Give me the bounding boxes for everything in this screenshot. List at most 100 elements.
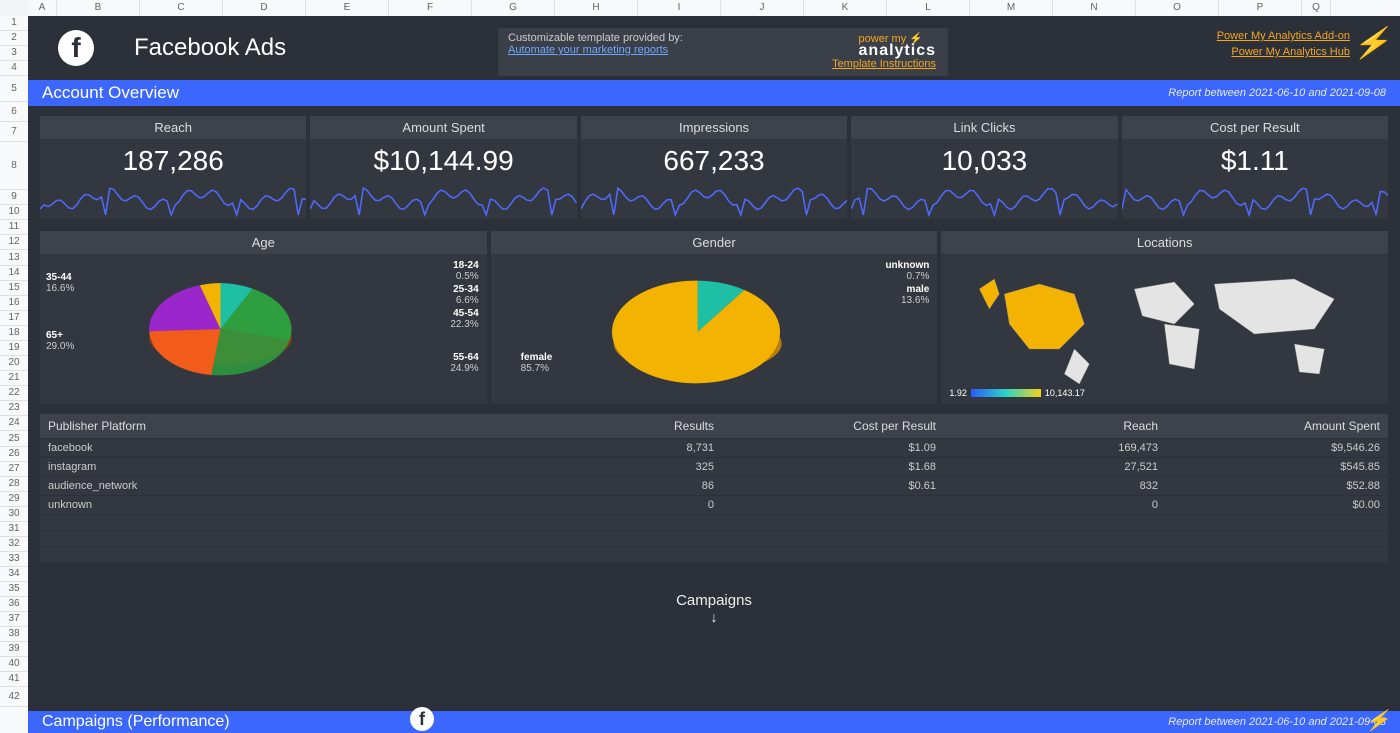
table-header: Publisher Platform Results Cost per Resu… <box>40 414 1388 438</box>
row-38[interactable]: 38 <box>0 627 28 642</box>
row-16[interactable]: 16 <box>0 296 28 311</box>
row-4[interactable]: 4 <box>0 61 28 76</box>
row-27[interactable]: 27 <box>0 462 28 477</box>
gender-lbl-male: male13.6% <box>901 284 929 306</box>
row-14[interactable]: 14 <box>0 266 28 281</box>
col-J[interactable]: J <box>721 0 804 16</box>
kpi-value: 187,286 <box>40 139 306 179</box>
row-35[interactable]: 35 <box>0 582 28 597</box>
row-21[interactable]: 21 <box>0 371 28 386</box>
row-18[interactable]: 18 <box>0 326 28 341</box>
row-10[interactable]: 10 <box>0 205 28 220</box>
row-26[interactable]: 26 <box>0 447 28 462</box>
row-1[interactable]: 1 <box>0 16 28 31</box>
row-6[interactable]: 6 <box>0 102 28 122</box>
header-band: f Facebook Ads Customizable template pro… <box>28 16 1400 80</box>
promo-link-template[interactable]: Template Instructions <box>832 58 936 70</box>
col-F[interactable]: F <box>389 0 472 16</box>
col-O[interactable]: O <box>1136 0 1219 16</box>
row-37[interactable]: 37 <box>0 612 28 627</box>
header-right-links: Power My Analytics Add-on Power My Analy… <box>1217 28 1350 60</box>
link-addon[interactable]: Power My Analytics Add-on <box>1217 28 1350 44</box>
row-2[interactable]: 2 <box>0 31 28 46</box>
row-5[interactable]: 5 <box>0 76 28 102</box>
promo-box: Customizable template provided by: Autom… <box>498 28 948 76</box>
promo-brand-big: analytics <box>859 42 936 59</box>
row-13[interactable]: 13 <box>0 250 28 266</box>
row-7[interactable]: 7 <box>0 122 28 142</box>
row-23[interactable]: 23 <box>0 401 28 416</box>
row-28[interactable]: 28 <box>0 477 28 492</box>
row-32[interactable]: 32 <box>0 537 28 552</box>
section-campaigns-bar: Campaigns (Performance) Report between 2… <box>28 711 1400 733</box>
row-31[interactable]: 31 <box>0 522 28 537</box>
row-11[interactable]: 11 <box>0 220 28 235</box>
table-row[interactable]: audience_network86$0.61832$52.88 <box>40 476 1388 495</box>
row-19[interactable]: 19 <box>0 341 28 356</box>
section-campaigns-title: Campaigns (Performance) <box>42 713 230 731</box>
col-A[interactable]: A <box>28 0 57 16</box>
th-spent: Amount Spent <box>1158 419 1380 433</box>
row-3[interactable]: 3 <box>0 46 28 61</box>
col-C[interactable]: C <box>140 0 223 16</box>
promo-link-automate[interactable]: Automate your marketing reports <box>508 44 668 56</box>
col-B[interactable]: B <box>57 0 140 16</box>
kpi-value: 667,233 <box>581 139 847 179</box>
table-row[interactable]: instagram325$1.6827,521$545.85 <box>40 457 1388 476</box>
gender-pie: unknown0.7% male13.6% female85.7% <box>491 254 938 404</box>
age-lbl-65: 65+29.0% <box>46 330 74 352</box>
kpi-sparkline <box>1122 179 1388 219</box>
empty-rows <box>40 514 1388 562</box>
kpi-sparkline <box>310 179 576 219</box>
row-20[interactable]: 20 <box>0 356 28 371</box>
row-24[interactable]: 24 <box>0 416 28 431</box>
row-12[interactable]: 12 <box>0 235 28 250</box>
facebook-icon-small: f <box>410 707 434 731</box>
col-H[interactable]: H <box>555 0 638 16</box>
map-min: 1.92 <box>949 388 967 398</box>
row-41[interactable]: 41 <box>0 672 28 687</box>
col-E[interactable]: E <box>306 0 389 16</box>
platform-table: Publisher Platform Results Cost per Resu… <box>40 414 1388 562</box>
row-headers[interactable]: 1234567891011121314151617181920212223242… <box>0 16 29 733</box>
row-9[interactable]: 9 <box>0 190 28 205</box>
column-headers[interactable]: ABCDEFGHIJKLMNOPQ <box>28 0 1400 17</box>
sheet-corner[interactable] <box>0 0 29 17</box>
row-39[interactable]: 39 <box>0 642 28 657</box>
age-lbl-4554: 45-5422.3% <box>450 308 478 330</box>
col-I[interactable]: I <box>638 0 721 16</box>
page-title: Facebook Ads <box>134 34 286 62</box>
section-campaigns-range: Report between 2021-06-10 and 2021-09-08 <box>1168 716 1386 728</box>
row-30[interactable]: 30 <box>0 507 28 522</box>
col-M[interactable]: M <box>970 0 1053 16</box>
campaigns-arrow: ↓ <box>28 609 1400 625</box>
sheet-content: f Facebook Ads Customizable template pro… <box>28 16 1400 733</box>
table-row[interactable]: facebook8,731$1.09169,473$9,546.26 <box>40 438 1388 457</box>
col-L[interactable]: L <box>887 0 970 16</box>
row-29[interactable]: 29 <box>0 492 28 507</box>
row-22[interactable]: 22 <box>0 386 28 401</box>
promo-logo: power my ⚡ analytics <box>859 34 936 58</box>
demographics-row: Age 35-4416.6% 65+ <box>40 231 1388 404</box>
col-D[interactable]: D <box>223 0 306 16</box>
kpi-link-clicks: Link Clicks10,033 <box>851 116 1117 219</box>
row-36[interactable]: 36 <box>0 597 28 612</box>
col-N[interactable]: N <box>1053 0 1136 16</box>
row-15[interactable]: 15 <box>0 281 28 296</box>
row-40[interactable]: 40 <box>0 657 28 672</box>
row-42[interactable]: 42 <box>0 687 28 707</box>
col-P[interactable]: P <box>1219 0 1302 16</box>
row-33[interactable]: 33 <box>0 552 28 567</box>
row-34[interactable]: 34 <box>0 567 28 582</box>
row-17[interactable]: 17 <box>0 311 28 326</box>
row-25[interactable]: 25 <box>0 431 28 447</box>
col-G[interactable]: G <box>472 0 555 16</box>
th-results: Results <box>492 419 714 433</box>
section-overview-bar: Account Overview Report between 2021-06-… <box>28 80 1400 106</box>
table-row[interactable]: unknown00$0.00 <box>40 495 1388 514</box>
col-Q[interactable]: Q <box>1302 0 1331 16</box>
link-hub[interactable]: Power My Analytics Hub <box>1217 44 1350 60</box>
col-K[interactable]: K <box>804 0 887 16</box>
section-overview-range: Report between 2021-06-10 and 2021-09-08 <box>1168 87 1386 99</box>
row-8[interactable]: 8 <box>0 142 28 190</box>
